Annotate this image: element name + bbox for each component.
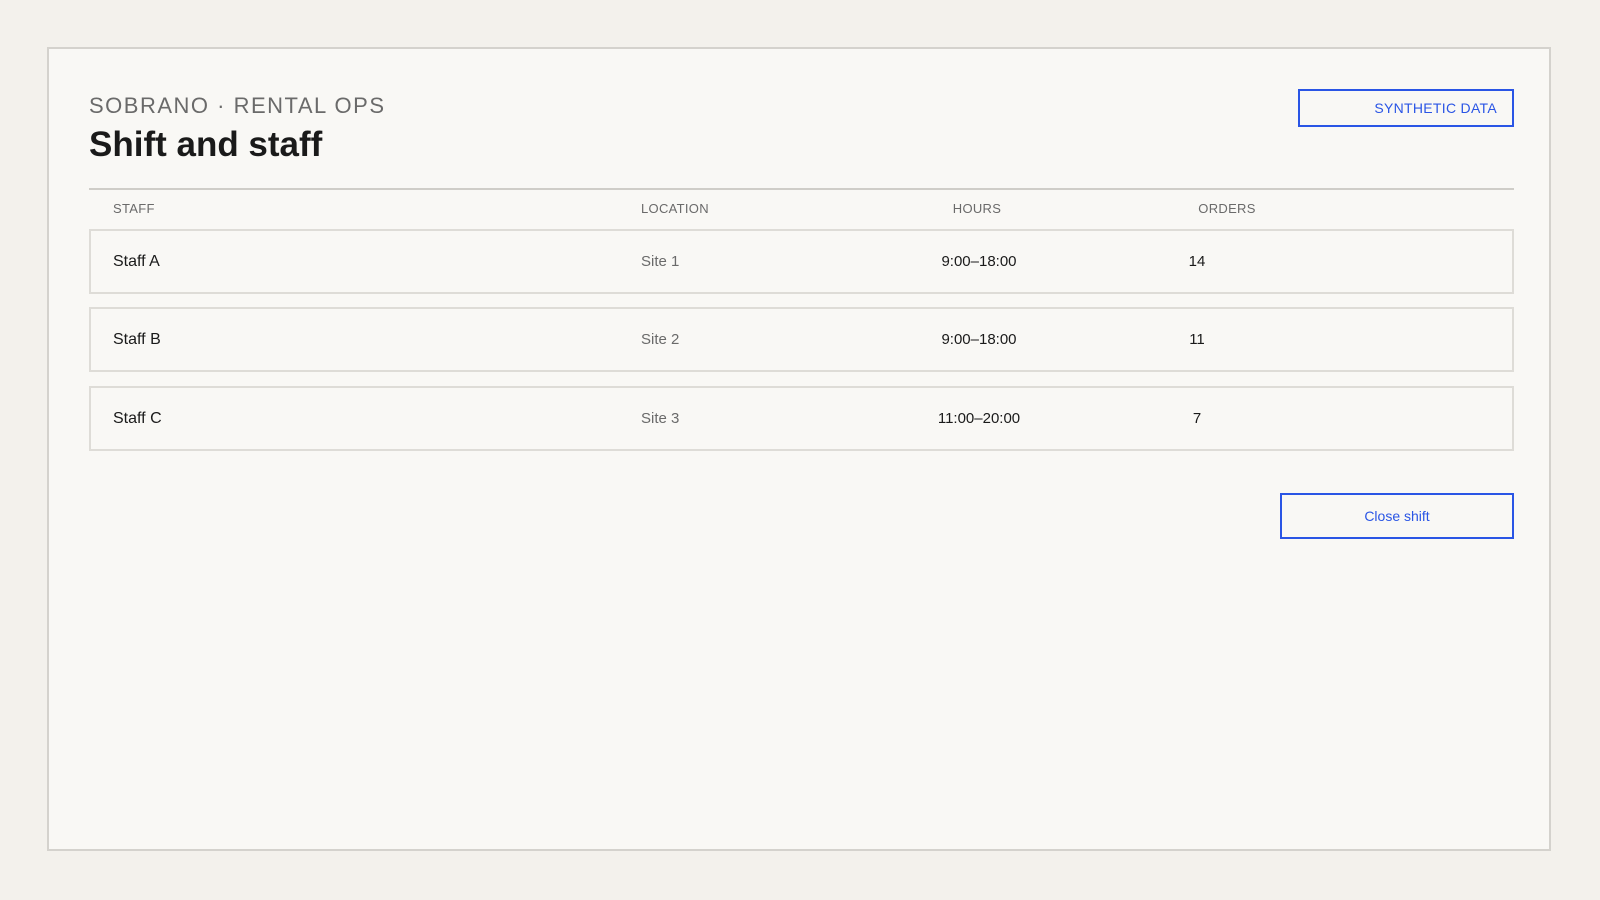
staff-hours: 9:00–18:00 bbox=[941, 253, 1017, 270]
staff-name: Staff A bbox=[113, 253, 160, 270]
staff-hours: 11:00–20:00 bbox=[937, 410, 1021, 427]
synthetic-data-badge: SYNTHETIC DATA bbox=[1298, 89, 1514, 127]
column-header-hours: HOURS bbox=[952, 201, 1002, 216]
column-header-staff: STAFF bbox=[113, 201, 155, 216]
app-breadcrumb: SOBRANO · RENTAL OPS bbox=[89, 93, 386, 118]
shift-panel: SOBRANO · RENTAL OPS Shift and staff SYN… bbox=[47, 47, 1551, 851]
staff-name: Staff B bbox=[113, 331, 161, 348]
close-shift-button[interactable]: Close shift bbox=[1280, 493, 1514, 539]
page-title: Shift and staff bbox=[89, 125, 323, 164]
staff-orders: 7 bbox=[1192, 410, 1202, 427]
staff-hours: 9:00–18:00 bbox=[941, 331, 1017, 348]
staff-orders: 14 bbox=[1188, 253, 1206, 270]
staff-location: Site 2 bbox=[641, 331, 680, 348]
table-row[interactable]: Staff C Site 3 11:00–20:00 7 bbox=[89, 386, 1514, 451]
column-header-location: LOCATION bbox=[641, 201, 709, 216]
staff-orders: 11 bbox=[1189, 331, 1205, 348]
staff-name: Staff C bbox=[113, 410, 162, 427]
staff-location: Site 1 bbox=[641, 253, 680, 270]
table-row[interactable]: Staff A Site 1 9:00–18:00 14 bbox=[89, 229, 1514, 294]
header-divider bbox=[89, 188, 1514, 190]
column-header-orders: ORDERS bbox=[1198, 201, 1256, 216]
staff-location: Site 3 bbox=[641, 410, 680, 427]
table-row[interactable]: Staff B Site 2 9:00–18:00 11 bbox=[89, 307, 1514, 372]
